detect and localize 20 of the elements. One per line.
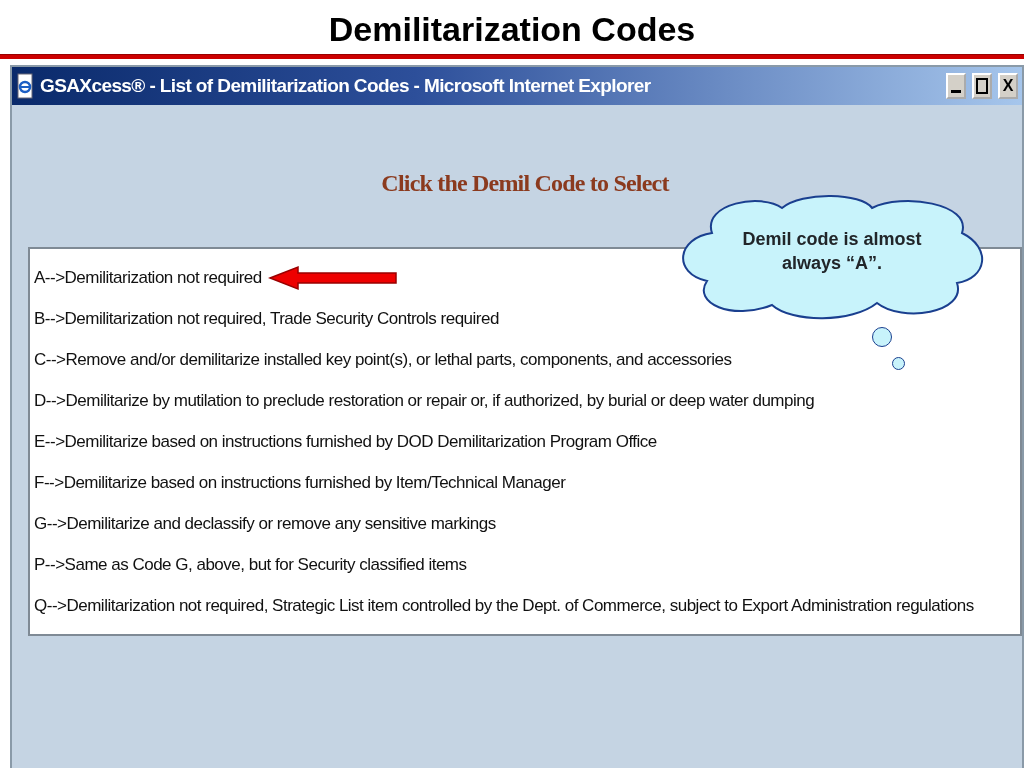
browser-icon <box>16 73 34 99</box>
code-link[interactable]: B-->Demilitarization not required, Trade Security Controls required <box>34 298 499 339</box>
arrow-icon <box>267 264 398 291</box>
maximize-button[interactable] <box>972 73 992 99</box>
page-heading: Click the Demil Code to Select <box>380 169 671 198</box>
callout-text: Demil code is almost always “A”. <box>741 228 923 275</box>
window-title: GSAXcess® - List of Demilitarization Codes - Microsoft Internet Explorer <box>40 73 652 98</box>
code-link[interactable]: F-->Demilitarize based on instructions furnished by Item/Technical Manager <box>34 462 566 503</box>
minimize-icon <box>951 89 961 93</box>
code-link[interactable]: E-->Demilitarize based on instructions furnished by DOD Demilitarization Program Office <box>34 421 657 462</box>
minimize-button[interactable] <box>946 73 966 99</box>
close-button[interactable]: X <box>998 73 1018 99</box>
code-link[interactable]: G-->Demilitarize and declassify or remove any sensitive markings <box>34 503 496 544</box>
code-link[interactable]: P-->Same as Code G, above, but for Security classified items <box>34 544 467 585</box>
code-link[interactable]: C-->Remove and/or demilitarize installed key point(s), or lethal parts, components, and accessories <box>34 339 732 380</box>
code-link[interactable]: A-->Demilitarization not required <box>34 257 262 298</box>
slide-title: Demilitarization Codes <box>328 9 696 50</box>
code-link[interactable]: D-->Demilitarize by mutilation to preclude restoration or repair or, if authorized, by burial or deep water dumping <box>34 380 815 421</box>
code-link[interactable]: Q-->Demilitarization not required, Strategic List item controlled by the Dept. of Commerce, subject to Export Administration regulations <box>34 585 974 626</box>
maximize-icon <box>976 78 988 94</box>
